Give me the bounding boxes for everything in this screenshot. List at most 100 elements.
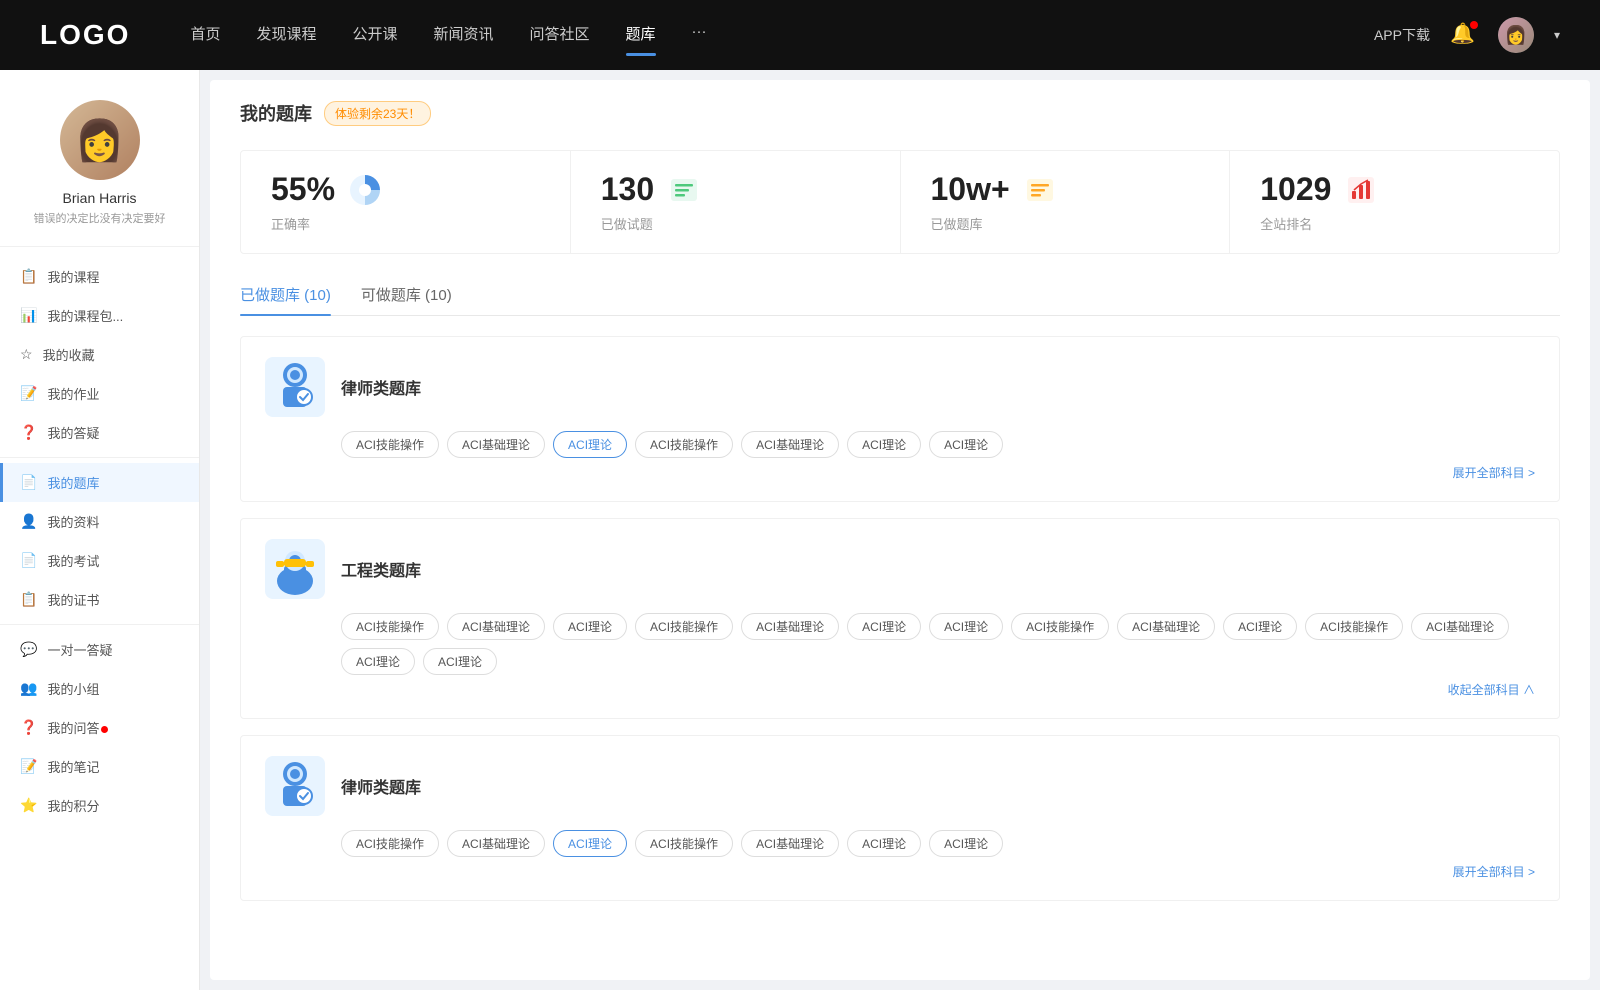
topnav-menu-item-发现课程[interactable]: 发现课程: [256, 23, 316, 48]
stat-label: 已做题库: [931, 214, 1200, 233]
sidebar-item-我的作业[interactable]: 📝 我的作业: [0, 374, 199, 413]
bank-tag-2-2[interactable]: ACI理论: [553, 830, 627, 857]
bank-icon: [265, 539, 325, 599]
bank-tag-2-1[interactable]: ACI基础理论: [447, 830, 545, 857]
bank-tag-1-9[interactable]: ACI理论: [1223, 613, 1297, 640]
bank-tag-1-4[interactable]: ACI基础理论: [741, 613, 839, 640]
bank-tag-1-0[interactable]: ACI技能操作: [341, 613, 439, 640]
stat-icon: [347, 172, 383, 208]
sidebar-item-一对一答疑[interactable]: 💬 一对一答疑: [0, 630, 199, 669]
bank-tag-1-10[interactable]: ACI技能操作: [1305, 613, 1403, 640]
bank-tag-1-7[interactable]: ACI技能操作: [1011, 613, 1109, 640]
sidebar-motto: 错误的决定比没有决定要好: [34, 210, 166, 226]
bank-expand-link[interactable]: 展开全部科目 >: [265, 863, 1535, 880]
topnav-menu-item-公开课[interactable]: 公开课: [352, 23, 397, 48]
sidebar-icon: 👥: [20, 680, 37, 697]
topnav-menu-item-题库[interactable]: 题库: [626, 23, 656, 48]
sidebar-item-我的证书[interactable]: 📋 我的证书: [0, 580, 199, 619]
sidebar-item-我的积分[interactable]: ⭐ 我的积分: [0, 786, 199, 825]
bank-tag-2-6[interactable]: ACI理论: [929, 830, 1003, 857]
bank-tag-1-5[interactable]: ACI理论: [847, 613, 921, 640]
stat-item-3: 1029 全站排名: [1230, 151, 1559, 253]
sidebar-item-label: 我的考试: [47, 551, 99, 570]
engineer-icon: [270, 543, 320, 595]
bank-tag-0-5[interactable]: ACI理论: [847, 431, 921, 458]
sidebar-item-我的笔记[interactable]: 📝 我的笔记: [0, 747, 199, 786]
sidebar-icon: 📊: [20, 307, 37, 324]
sidebar-icon: 📄: [20, 552, 37, 569]
bank-tag-0-1[interactable]: ACI基础理论: [447, 431, 545, 458]
notification-bell[interactable]: [1450, 21, 1478, 49]
sidebar-menu: 📋 我的课程📊 我的课程包...☆ 我的收藏📝 我的作业❓ 我的答疑 📄 我的题库…: [0, 257, 199, 825]
bank-tag-1-2[interactable]: ACI理论: [553, 613, 627, 640]
sidebar-icon: 💬: [20, 641, 37, 658]
sidebar-divider: [0, 624, 199, 625]
bank-tag-2-3[interactable]: ACI技能操作: [635, 830, 733, 857]
bank-tag-1-8[interactable]: ACI基础理论: [1117, 613, 1215, 640]
sidebar-item-label: 我的课程: [47, 267, 99, 286]
bank-expand-link[interactable]: 收起全部科目 ∧: [265, 681, 1535, 698]
bank-tag-1-1[interactable]: ACI基础理论: [447, 613, 545, 640]
tab-已做题库 (10)[interactable]: 已做题库 (10): [240, 284, 331, 315]
sidebar-icon: ⭐: [20, 797, 37, 814]
page-header: 我的题库 体验剩余23天！: [240, 100, 1560, 126]
topnav-menu: 首页 发现课程 公开课 新闻资讯 问答社区 题库 ···: [190, 23, 1374, 48]
bank-icon: [265, 357, 325, 417]
sidebar-item-label: 我的笔记: [47, 757, 99, 776]
topnav-menu-item-···[interactable]: ···: [692, 23, 707, 48]
sidebar-item-我的小组[interactable]: 👥 我的小组: [0, 669, 199, 708]
sidebar-item-我的问答[interactable]: ❓ 我的问答: [0, 708, 199, 747]
sidebar-item-label: 一对一答疑: [47, 640, 112, 659]
bank-title: 律师类题库: [341, 375, 421, 399]
tab-可做题库 (10)[interactable]: 可做题库 (10): [361, 284, 452, 315]
bank-tag-0-0[interactable]: ACI技能操作: [341, 431, 439, 458]
bank-card-2: 律师类题库 ACI技能操作ACI基础理论ACI理论ACI技能操作ACI基础理论A…: [240, 735, 1560, 901]
bank-tag-0-6[interactable]: ACI理论: [929, 431, 1003, 458]
app-download-link[interactable]: APP下载: [1374, 25, 1430, 45]
topnav-menu-item-首页[interactable]: 首页: [190, 23, 220, 48]
bank-tag-0-4[interactable]: ACI基础理论: [741, 431, 839, 458]
sidebar-item-我的资料[interactable]: 👤 我的资料: [0, 502, 199, 541]
lawyer-icon: [273, 361, 317, 413]
sidebar-icon: 📝: [20, 385, 37, 402]
avatar-img: 👩: [1498, 17, 1534, 53]
topnav-menu-item-问答社区[interactable]: 问答社区: [530, 23, 590, 48]
bank-tag-2-5[interactable]: ACI理论: [847, 830, 921, 857]
stat-top: 55%: [271, 171, 540, 208]
sidebar-item-我的题库[interactable]: 📄 我的题库: [0, 463, 199, 502]
sidebar-profile: 👩 Brian Harris 错误的决定比没有决定要好: [0, 90, 199, 247]
bank-card-header: 工程类题库: [265, 539, 1535, 599]
bank-expand-link[interactable]: 展开全部科目 >: [265, 464, 1535, 481]
topnav-menu-item-新闻资讯[interactable]: 新闻资讯: [434, 23, 494, 48]
sidebar-item-我的考试[interactable]: 📄 我的考试: [0, 541, 199, 580]
bank-tags: ACI技能操作 ACI基础理论 ACI理论 ACI技能操作 ACI基础理论 ACI理论 AC…: [341, 431, 1535, 458]
sidebar-item-label: 我的小组: [47, 679, 99, 698]
pie-chart-icon: [348, 173, 382, 207]
bank-tag-2-4[interactable]: ACI基础理论: [741, 830, 839, 857]
sidebar-item-我的课程包...[interactable]: 📊 我的课程包...: [0, 296, 199, 335]
bank-tag-0-2[interactable]: ACI理论: [553, 431, 627, 458]
stat-item-2: 10w+ 已做题库: [901, 151, 1231, 253]
bank-tag-1-13[interactable]: ACI理论: [423, 648, 497, 675]
bank-tag-1-6[interactable]: ACI理论: [929, 613, 1003, 640]
user-avatar[interactable]: 👩: [1498, 17, 1534, 53]
bank-card-0: 律师类题库 ACI技能操作ACI基础理论ACI理论ACI技能操作ACI基础理论A…: [240, 336, 1560, 502]
sidebar-item-我的答疑[interactable]: ❓ 我的答疑: [0, 413, 199, 452]
sidebar-item-label: 我的问答: [47, 718, 108, 737]
bank-tag-2-0[interactable]: ACI技能操作: [341, 830, 439, 857]
bank-tag-0-3[interactable]: ACI技能操作: [635, 431, 733, 458]
stats-row: 55% 正确率 130 已做试题 10w+ 已做题库 1029: [240, 150, 1560, 254]
sidebar-icon: 👤: [20, 513, 37, 530]
bank-tag-1-11[interactable]: ACI基础理论: [1411, 613, 1509, 640]
sidebar-item-label: 我的积分: [47, 796, 99, 815]
bank-card-header: 律师类题库: [265, 357, 1535, 417]
avatar-dropdown-chevron[interactable]: ▾: [1554, 28, 1560, 42]
sidebar-item-我的收藏[interactable]: ☆ 我的收藏: [0, 335, 199, 374]
bank-tag-1-12[interactable]: ACI理论: [341, 648, 415, 675]
page-title: 我的题库: [240, 100, 312, 126]
sidebar-item-label: 我的题库: [47, 473, 99, 492]
bank-tag-1-3[interactable]: ACI技能操作: [635, 613, 733, 640]
sidebar: 👩 Brian Harris 错误的决定比没有决定要好 📋 我的课程📊 我的课程…: [0, 70, 200, 990]
sidebar-item-我的课程[interactable]: 📋 我的课程: [0, 257, 199, 296]
bank-cards-container: 律师类题库 ACI技能操作ACI基础理论ACI理论ACI技能操作ACI基础理论A…: [240, 336, 1560, 901]
